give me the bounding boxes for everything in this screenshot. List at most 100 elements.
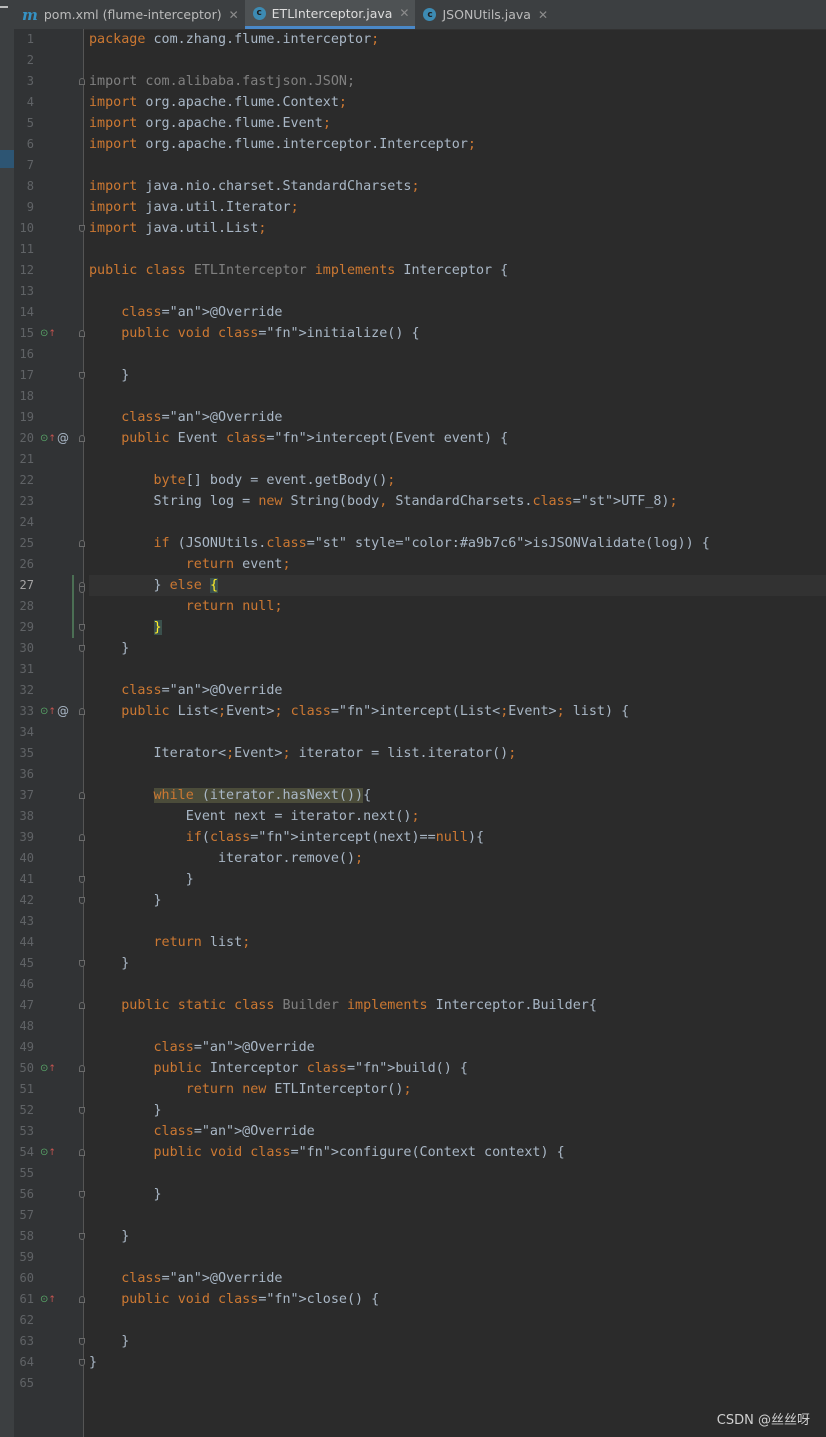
code-line[interactable]: public void class="fn">close() { xyxy=(89,1289,826,1310)
gutter-line[interactable]: 1 xyxy=(14,29,83,50)
fold-start-icon[interactable] xyxy=(79,78,85,85)
code-line[interactable]: byte[] body = event.getBody(); xyxy=(89,470,826,491)
gutter-line[interactable]: 44 xyxy=(14,932,83,953)
override-method-icon[interactable]: ⊙↑ xyxy=(40,1147,56,1159)
gutter-line[interactable]: 58 xyxy=(14,1226,83,1247)
code-line[interactable]: public void class="fn">initialize() { xyxy=(89,323,826,344)
code-line[interactable] xyxy=(89,281,826,302)
fold-end-icon[interactable] xyxy=(79,624,85,631)
fold-end-icon[interactable] xyxy=(79,586,85,593)
code-line[interactable]: import java.util.List; xyxy=(89,218,826,239)
gutter-line[interactable]: 55 xyxy=(14,1163,83,1184)
code-line[interactable] xyxy=(89,974,826,995)
tab-etlinterceptor-java[interactable]: c ETLInterceptor.java ✕ xyxy=(244,0,416,29)
gutter-line[interactable]: 25 xyxy=(14,533,83,554)
gutter-line[interactable]: 38 xyxy=(14,806,83,827)
fold-end-icon[interactable] xyxy=(79,1359,85,1366)
code-line[interactable]: } xyxy=(89,617,826,638)
code-line[interactable]: } xyxy=(89,1184,826,1205)
code-line[interactable]: import com.alibaba.fastjson.JSON; xyxy=(89,71,826,92)
gutter-line[interactable]: 13 xyxy=(14,281,83,302)
gutter-line[interactable]: 6 xyxy=(14,134,83,155)
gutter-line[interactable]: 22 xyxy=(14,470,83,491)
override-method-icon[interactable]: ⊙↑ xyxy=(40,328,56,340)
code-area[interactable]: package com.zhang.flume.interceptor; impo… xyxy=(89,29,826,1437)
code-line[interactable]: public static class Builder implements I… xyxy=(89,995,826,1016)
fold-end-icon[interactable] xyxy=(79,645,85,652)
gutter-line[interactable]: 9 xyxy=(14,197,83,218)
code-line[interactable] xyxy=(89,512,826,533)
gutter-line[interactable]: 62 xyxy=(14,1310,83,1331)
code-line[interactable] xyxy=(89,911,826,932)
code-line[interactable]: if (JSONUtils.class="st" style="color:#a… xyxy=(89,533,826,554)
gutter-line[interactable]: 3 xyxy=(14,71,83,92)
gutter-line[interactable]: 10 xyxy=(14,218,83,239)
gutter-line[interactable]: 4 xyxy=(14,92,83,113)
code-line[interactable] xyxy=(89,239,826,260)
fold-start-icon[interactable] xyxy=(79,834,85,841)
fold-end-icon[interactable] xyxy=(79,1191,85,1198)
code-line[interactable]: class="an">@Override xyxy=(89,1037,826,1058)
tab-pom-xml[interactable]: m pom.xml (flume-interceptor) ✕ xyxy=(14,0,245,29)
close-icon[interactable]: ✕ xyxy=(229,8,239,22)
code-line[interactable] xyxy=(89,1163,826,1184)
code-line[interactable]: } xyxy=(89,1100,826,1121)
gutter-line[interactable]: 19 xyxy=(14,407,83,428)
fold-end-icon[interactable] xyxy=(79,1338,85,1345)
fold-end-icon[interactable] xyxy=(79,876,85,883)
fold-end-icon[interactable] xyxy=(79,372,85,379)
code-line[interactable]: while (iterator.hasNext()){ xyxy=(89,785,826,806)
code-line[interactable]: import java.util.Iterator; xyxy=(89,197,826,218)
gutter-line[interactable]: 43 xyxy=(14,911,83,932)
gutter-line[interactable]: 16 xyxy=(14,344,83,365)
gutter-line[interactable]: 39 xyxy=(14,827,83,848)
gutter-line[interactable]: 30 xyxy=(14,638,83,659)
fold-end-icon[interactable] xyxy=(79,960,85,967)
fold-end-icon[interactable] xyxy=(79,1233,85,1240)
code-line[interactable]: public class ETLInterceptor implements I… xyxy=(89,260,826,281)
gutter-line[interactable]: 37 xyxy=(14,785,83,806)
gutter-line[interactable]: 60 xyxy=(14,1268,83,1289)
gutter-line[interactable]: 21 xyxy=(14,449,83,470)
editor-gutter[interactable]: 1 2 3 4 5 6 7 8 9 10 11 12 13 14 15 16 17 18 19 20 21 22 23 24 2… xyxy=(14,29,85,1437)
gutter-line[interactable]: 5 xyxy=(14,113,83,134)
gutter-line[interactable]: 36 xyxy=(14,764,83,785)
code-line[interactable] xyxy=(89,764,826,785)
code-line[interactable]: class="an">@Override xyxy=(89,1121,826,1142)
gutter-line[interactable]: 35 xyxy=(14,743,83,764)
gutter-line[interactable]: 59 xyxy=(14,1247,83,1268)
fold-end-icon[interactable] xyxy=(79,1107,85,1114)
code-line[interactable] xyxy=(89,386,826,407)
gutter-line[interactable]: 47 xyxy=(14,995,83,1016)
code-line[interactable]: Event next = iterator.next(); xyxy=(89,806,826,827)
code-line[interactable]: return event; xyxy=(89,554,826,575)
gutter-line[interactable]: 23 xyxy=(14,491,83,512)
gutter-line[interactable]: 65 xyxy=(14,1373,83,1394)
gutter-line[interactable]: 64 xyxy=(14,1352,83,1373)
override-method-icon[interactable]: ⊙↑ xyxy=(40,1063,56,1075)
code-line[interactable]: class="an">@Override xyxy=(89,680,826,701)
code-line[interactable]: } xyxy=(89,890,826,911)
gutter-line[interactable]: 24 xyxy=(14,512,83,533)
code-line[interactable]: import org.apache.flume.Event; xyxy=(89,113,826,134)
gutter-line[interactable]: 40 xyxy=(14,848,83,869)
code-line[interactable]: } xyxy=(89,1352,826,1373)
gutter-line[interactable]: 18 xyxy=(14,386,83,407)
gutter-line[interactable]: 17 xyxy=(14,365,83,386)
gutter-line[interactable]: 42 xyxy=(14,890,83,911)
gutter-line[interactable]: 46 xyxy=(14,974,83,995)
gutter-line[interactable]: 32 xyxy=(14,680,83,701)
fold-start-icon[interactable] xyxy=(79,708,85,715)
fold-start-icon[interactable] xyxy=(79,792,85,799)
gutter-line[interactable]: 14 xyxy=(14,302,83,323)
gutter-line[interactable]: 48 xyxy=(14,1016,83,1037)
close-icon[interactable]: ✕ xyxy=(538,8,548,22)
code-line[interactable] xyxy=(89,1373,826,1394)
gutter-line[interactable]: 34 xyxy=(14,722,83,743)
code-line[interactable]: } xyxy=(89,365,826,386)
code-line[interactable]: import org.apache.flume.Context; xyxy=(89,92,826,113)
gutter-line[interactable]: 56 xyxy=(14,1184,83,1205)
strip-minimize-mark[interactable] xyxy=(0,6,8,8)
code-line[interactable] xyxy=(89,1310,826,1331)
code-line[interactable] xyxy=(89,155,826,176)
